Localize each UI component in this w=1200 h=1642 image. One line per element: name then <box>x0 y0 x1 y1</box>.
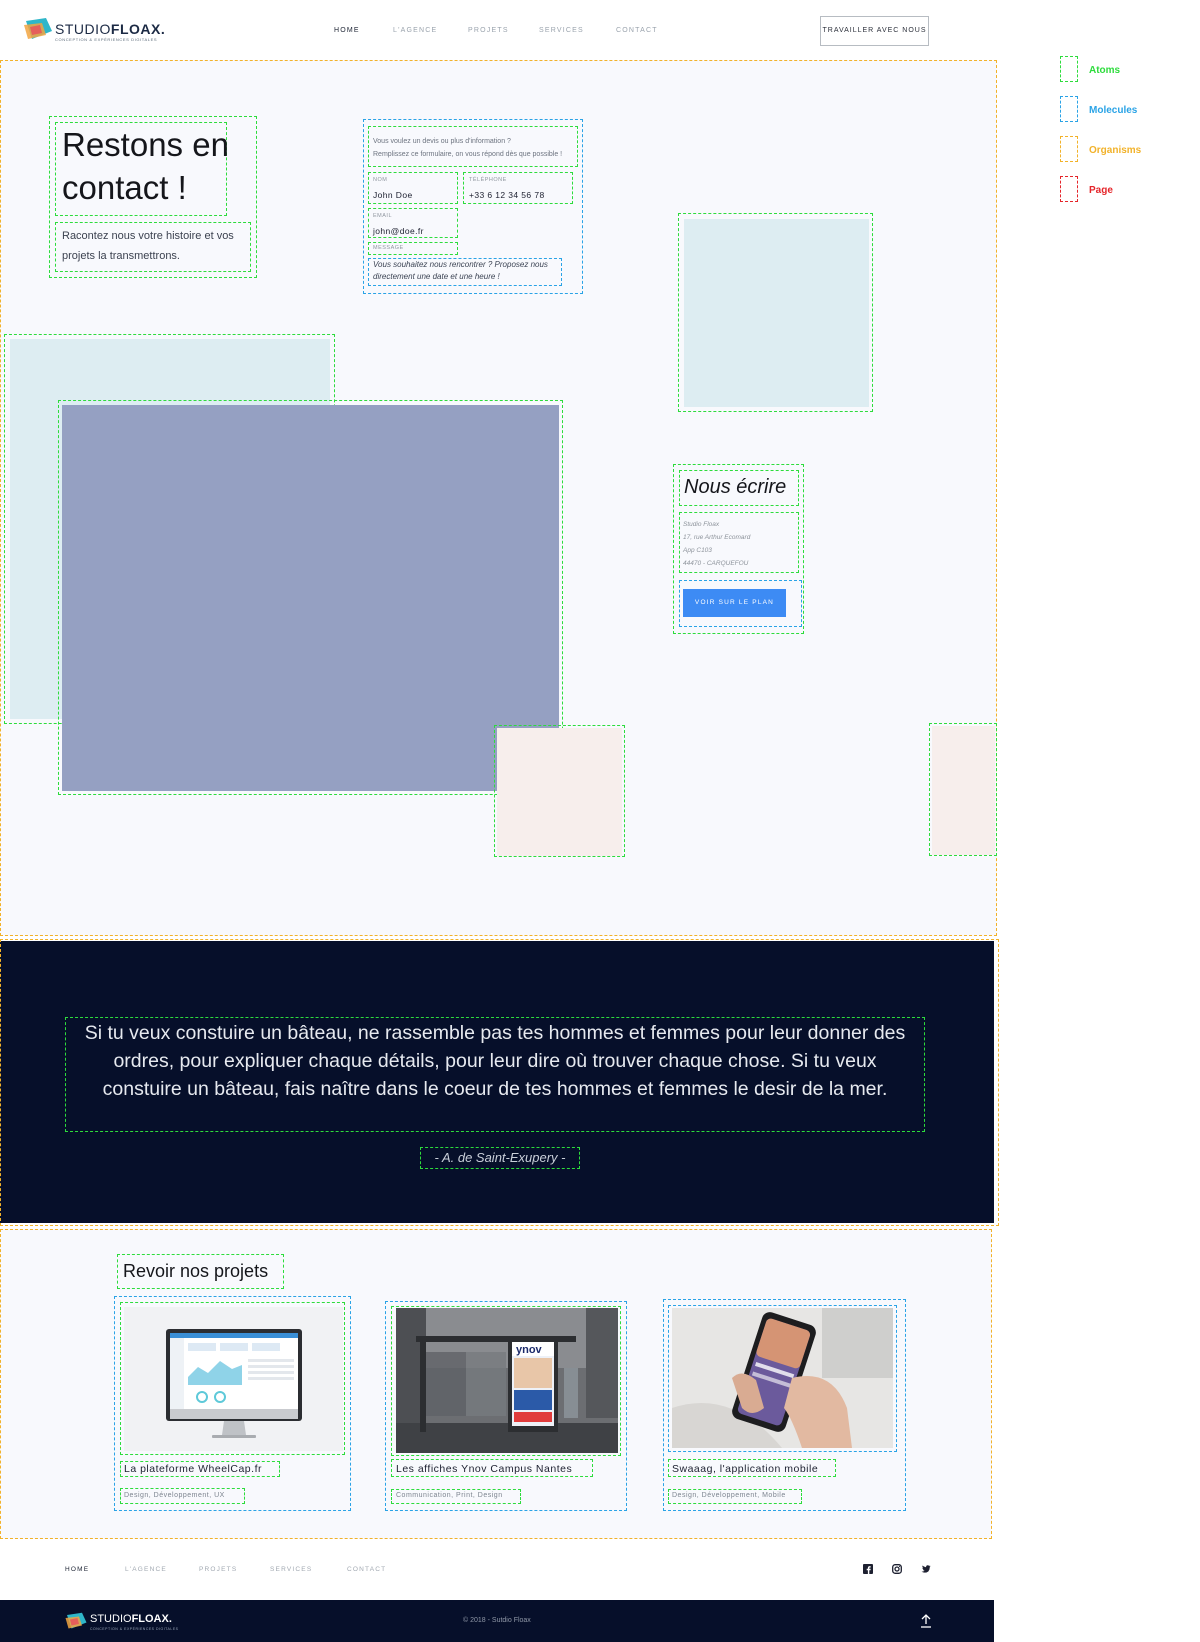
nav-agence[interactable]: L'AGENCE <box>393 27 437 34</box>
address-line-4: 44470 - CARQUEFOU <box>683 560 749 567</box>
quote-text: Si tu veux constuire un bâteau, ne rasse… <box>84 1022 906 1100</box>
project-image-swaaag <box>672 1308 893 1448</box>
contact-intro-text: Racontez nous votre histoire et vos proj… <box>62 230 234 262</box>
message-field-value[interactable]: Vous souhaitez nous rencontrer ? Propose… <box>373 259 559 283</box>
address-line-1: Studio Floax <box>683 521 720 528</box>
message-field-label: MESSAGE <box>373 245 404 251</box>
footer-logo-name-light: STUDIO <box>90 1613 132 1625</box>
footer-nav-contact[interactable]: CONTACT <box>347 1566 386 1573</box>
legend-swatch-atoms <box>1060 56 1078 82</box>
nav-contact[interactable]: CONTACT <box>616 27 658 34</box>
name-field-label: NOM <box>373 177 388 183</box>
legend-label-atoms: Atoms <box>1089 65 1121 76</box>
legend-label-page: Page <box>1089 185 1113 196</box>
footer-logo-mark-icon <box>65 1612 87 1629</box>
logo-tagline: Conception & Expériences Digitales <box>55 37 158 42</box>
legend-swatch-organisms <box>1060 136 1078 162</box>
address-line-2: 17, rue Arthur Ecomard <box>683 534 751 541</box>
image-placeholder-top-right-fill <box>684 219 869 407</box>
footer-logo-tagline: Conception & Expériences Digitales <box>90 1627 179 1631</box>
footer-nav-projets[interactable]: PROJETS <box>199 1566 237 1573</box>
legend-swatch-molecules <box>1060 96 1078 122</box>
logo[interactable]: STUDIOFLOAX. Conception & Expériences Di… <box>22 17 165 43</box>
instagram-icon[interactable] <box>892 1564 902 1574</box>
logo-name-light: STUDIO <box>55 21 111 37</box>
project-title-wheelcap[interactable]: La plateforme WheelCap.fr <box>124 1463 262 1475</box>
header: STUDIOFLOAX. Conception & Expériences Di… <box>0 0 1000 58</box>
project-image-wheelcap <box>124 1307 343 1451</box>
svg-text:ynov: ynov <box>516 1344 543 1356</box>
footer-logo-text: STUDIOFLOAX. <box>90 1613 172 1625</box>
email-field-value[interactable]: john@doe.fr <box>373 226 424 236</box>
projects-title: Revoir nos projets <box>123 1261 269 1281</box>
name-field-value[interactable]: John Doe <box>373 190 413 200</box>
footer-logo[interactable]: STUDIOFLOAX. Conception & Expériences Di… <box>64 1610 178 1634</box>
project-title-swaaag[interactable]: Swaaag, l'application mobile <box>672 1463 818 1475</box>
legend-swatch-page <box>1060 176 1078 202</box>
twitter-icon[interactable] <box>921 1564 931 1574</box>
phone-field-value[interactable]: +33 6 12 34 56 78 <box>469 190 545 200</box>
logo-mark-icon <box>24 18 52 39</box>
legend-label-molecules: Molecules <box>1089 105 1138 116</box>
contact-title-line1: Restons en <box>62 126 229 163</box>
email-field-label: EMAIL <box>373 213 393 219</box>
footer-nav-services[interactable]: SERVICES <box>270 1566 312 1573</box>
image-placeholder-main-fill <box>62 405 559 791</box>
quote-author: - A. de Saint-Exupery - <box>434 1150 566 1165</box>
project-title-ynov[interactable]: Les affiches Ynov Campus Nantes <box>396 1463 572 1475</box>
back-to-top-icon[interactable] <box>920 1614 932 1628</box>
facebook-icon[interactable] <box>863 1564 873 1574</box>
project-image-ynov: ynov <box>396 1308 618 1453</box>
form-intro-line1: Vous voulez un devis ou plus d'informati… <box>373 138 511 145</box>
phone-field-label: TÉLÉPHONE <box>469 177 507 183</box>
footer-logo-name-bold: FLOAX. <box>131 1613 172 1625</box>
project-tags-wheelcap: Design, Développement, UX <box>124 1492 225 1499</box>
project-tags-ynov: Communication, Print, Design <box>396 1492 503 1499</box>
nav-home[interactable]: HOME <box>334 27 360 34</box>
nav-projets[interactable]: PROJETS <box>468 27 509 34</box>
view-map-button[interactable]: VOIR SUR LE PLAN <box>683 589 786 617</box>
form-intro-line2: Remplissez ce formulaire, on vous répond… <box>373 151 563 158</box>
logo-name-bold: FLOAX. <box>110 21 166 37</box>
image-placeholder-bottom-right <box>929 723 997 856</box>
legend-label-organisms: Organisms <box>1089 145 1142 156</box>
address-line-3: App C103 <box>683 547 712 554</box>
work-with-us-button[interactable]: TRAVAILLER AVEC NOUS <box>820 16 929 46</box>
image-placeholder-bottom-center <box>494 725 625 857</box>
logo-text: STUDIOFLOAX. <box>55 21 165 37</box>
project-tags-swaaag: Design, Développement, Mobile <box>672 1492 786 1499</box>
footer-nav-home[interactable]: HOME <box>65 1566 89 1573</box>
copyright-text: © 2018 - Sutdio Floax <box>463 1617 531 1624</box>
nav-services[interactable]: SERVICES <box>539 27 584 34</box>
contact-title-line2: contact ! <box>62 169 187 206</box>
footer-nav-agence[interactable]: L'AGENCE <box>125 1566 167 1573</box>
write-us-title: Nous écrire <box>684 476 787 498</box>
